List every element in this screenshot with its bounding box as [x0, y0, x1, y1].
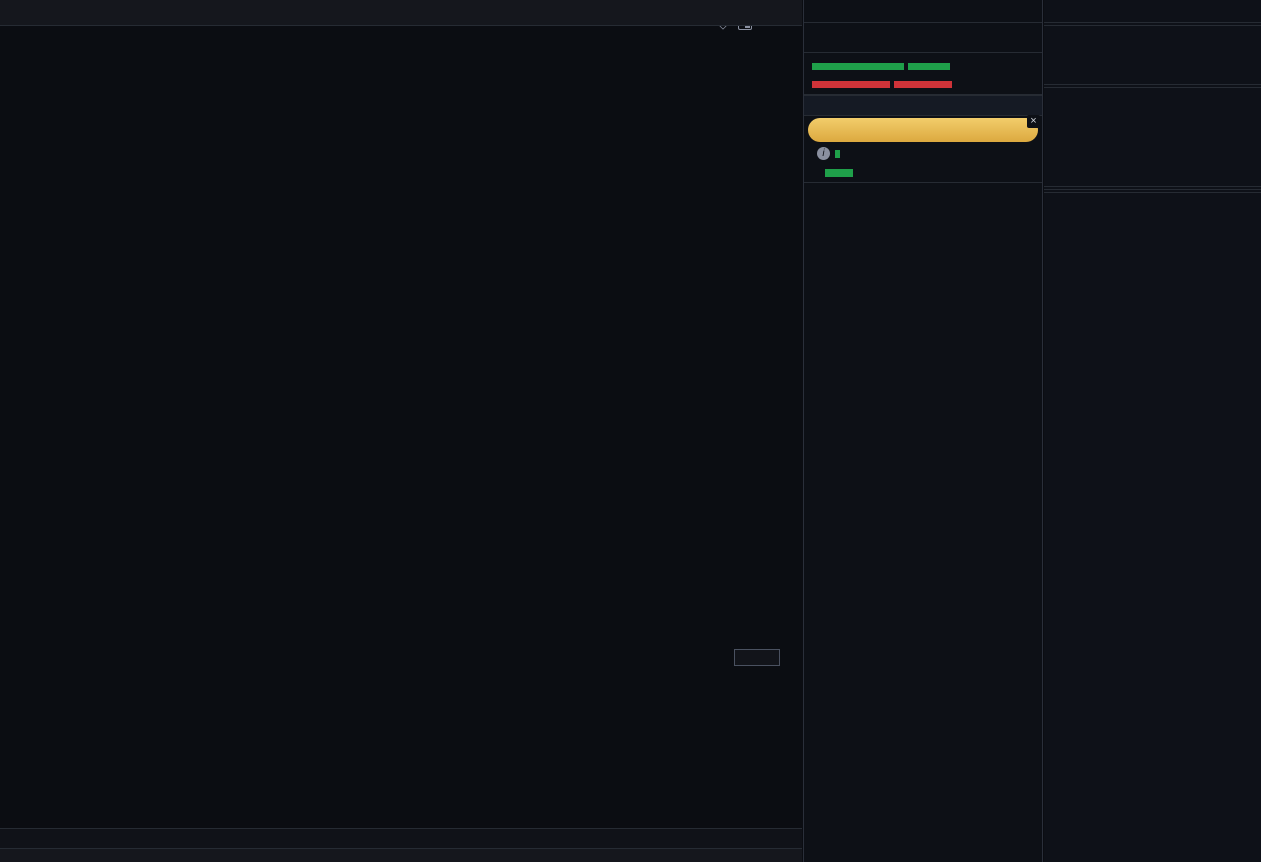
top-toolbar — [0, 0, 802, 26]
close-icon[interactable]: × — [1027, 115, 1040, 128]
quote-panel: × i — [803, 0, 1043, 862]
buy-bar-2 — [908, 63, 950, 70]
vote-title — [1044, 28, 1261, 48]
advancers-decliners-row — [804, 95, 1042, 116]
buy-sell-bars — [804, 53, 1042, 95]
chart-area: ◇ — [0, 0, 802, 862]
rotation-row — [1044, 90, 1261, 114]
info-icon[interactable]: i — [817, 147, 830, 160]
info-panel — [1044, 0, 1261, 862]
trading-app-window: ◇ — [0, 0, 1261, 862]
vote-percentages — [1044, 66, 1261, 82]
net5-bar — [825, 169, 853, 177]
net5-row — [804, 163, 1042, 182]
hotspot-row — [1044, 138, 1261, 162]
sector-row — [1044, 114, 1261, 138]
vote-bar — [1054, 53, 1251, 62]
vote-bar-row — [1044, 48, 1261, 66]
main-net-bar — [835, 150, 840, 158]
main-net-row: i — [804, 144, 1042, 163]
time-sales-list — [804, 182, 1042, 183]
buy-bar — [812, 63, 904, 70]
main-chart-canvas[interactable] — [0, 0, 802, 862]
level2-banner[interactable]: × — [808, 118, 1038, 142]
date-axis — [0, 828, 802, 848]
sell-bar-2 — [894, 81, 952, 88]
sell-bar — [812, 81, 890, 88]
indicator-toolbar — [0, 848, 802, 862]
volume-unit-label — [734, 649, 780, 666]
